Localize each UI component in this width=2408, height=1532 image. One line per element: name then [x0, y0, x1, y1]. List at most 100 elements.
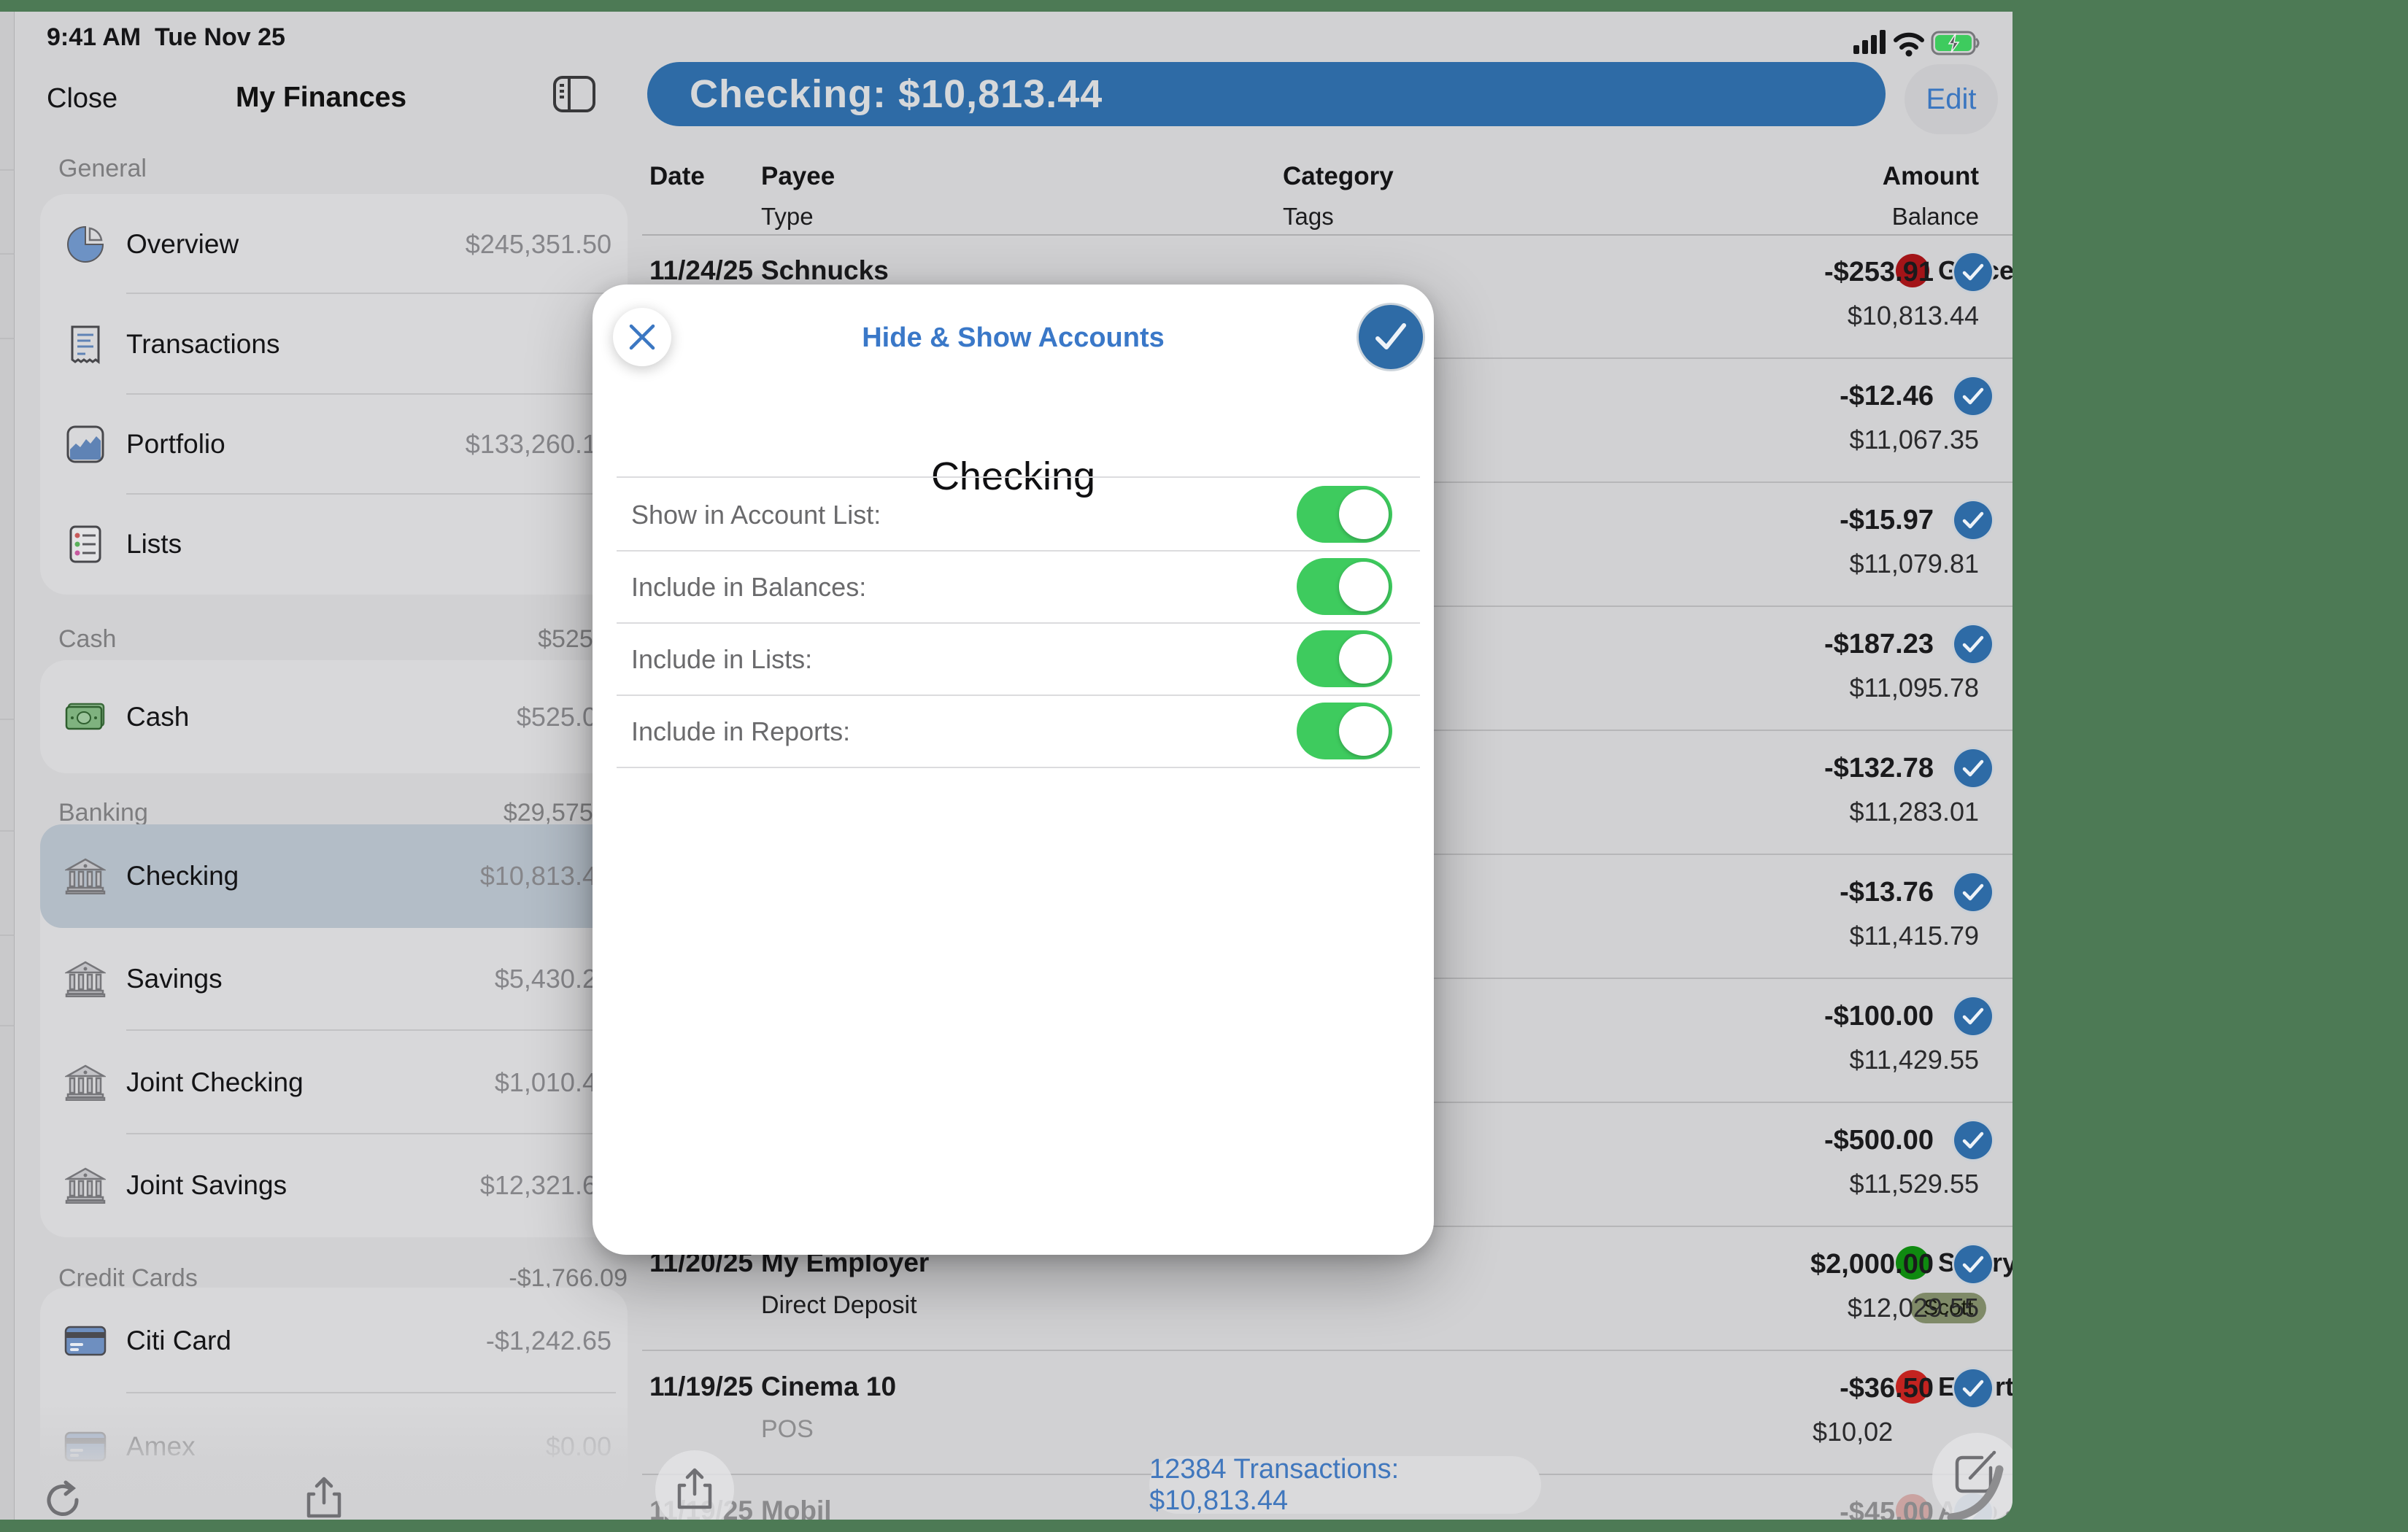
checkmark-icon	[1962, 387, 1984, 405]
list-icon	[63, 524, 107, 565]
column-header-tags[interactable]: Tags	[1283, 203, 1334, 231]
refresh-icon[interactable]	[44, 1479, 82, 1520]
cleared-checkmark[interactable]	[1954, 749, 1992, 787]
toggle-label: Include in Reports:	[631, 716, 851, 746]
toggle-label: Include in Lists:	[631, 644, 813, 674]
column-header-type[interactable]: Type	[761, 203, 814, 231]
sidebar-item-savings[interactable]: Savings $5,430.22	[40, 928, 628, 1031]
toggle-label: Show in Account List:	[631, 500, 881, 530]
toggle-knob	[1339, 562, 1389, 611]
wifi-dot	[1905, 50, 1913, 57]
sidebar-item-label: Savings	[126, 964, 223, 994]
sidebar-item-label: Portfolio	[126, 429, 225, 460]
section-label: General	[58, 155, 147, 182]
bank-icon	[63, 1062, 107, 1103]
sidebar-item-value: $12,321.67	[479, 1170, 611, 1201]
toggle-switch[interactable]	[1297, 486, 1392, 543]
modal-accept-button[interactable]	[1357, 303, 1425, 371]
cleared-checkmark[interactable]	[1954, 501, 1992, 539]
cleared-checkmark[interactable]	[1954, 1369, 1992, 1407]
toggle-row-include-in-balances: Include in Balances:	[617, 550, 1420, 622]
battery-icon	[1931, 31, 1980, 55]
transactions-summary-button[interactable]: 12384 Transactions: $10,813.44	[1149, 1454, 1541, 1516]
transaction-amount: -$36.50	[1840, 1373, 1934, 1404]
transaction-date: 11/19/25	[649, 1372, 753, 1401]
modal-divider	[617, 622, 1420, 624]
share-icon[interactable]	[305, 1477, 343, 1518]
sidebar-item-label: Checking	[126, 860, 239, 891]
sidebar-item-cash[interactable]: Cash $525.00	[40, 660, 628, 773]
edit-button[interactable]: Edit	[1905, 64, 1998, 134]
sidebar-item-label: Lists	[126, 529, 182, 560]
sidebar-card-general: Overview $245,351.50 Transactions Portfolio…	[40, 194, 628, 595]
window-resize-handle[interactable]	[1945, 1463, 2013, 1520]
cleared-checkmark[interactable]	[1954, 377, 1992, 415]
modal-divider	[617, 550, 1420, 552]
toggle-row-include-in-lists: Include in Lists:	[617, 622, 1420, 695]
column-header-date[interactable]: Date	[649, 162, 705, 191]
transaction-balance-fragment: $10,02	[1813, 1417, 1894, 1447]
cleared-checkmark[interactable]	[1954, 253, 1992, 291]
sidebar-item-checking[interactable]: Checking $10,813.44	[40, 824, 628, 928]
section-header-cash: Cash $525.00	[58, 625, 628, 654]
modal-divider	[617, 767, 1420, 768]
toggle-label: Include in Balances:	[631, 572, 867, 602]
toggle-switch[interactable]	[1297, 630, 1392, 687]
sidebar-item-value: -$1,242.65	[485, 1325, 611, 1355]
transaction-payee: Mobil	[761, 1496, 832, 1520]
share-transactions-icon[interactable]	[676, 1468, 714, 1509]
transaction-amount: -$15.97	[1840, 505, 1934, 535]
cleared-checkmark[interactable]	[1954, 873, 1992, 911]
transaction-amount: -$100.00	[1824, 1001, 1934, 1032]
cleared-checkmark[interactable]	[1954, 997, 1992, 1035]
checkmark-icon	[1962, 635, 1984, 653]
credit-card-icon	[63, 1320, 107, 1361]
sidebar-item-citi-card[interactable]: Citi Card -$1,242.65	[40, 1288, 628, 1393]
cellular-signal-icon	[1853, 30, 1886, 54]
transaction-balance: $11,529.55	[1849, 1169, 1979, 1199]
checkmark-icon	[1962, 1256, 1984, 1273]
transaction-balance: $11,095.78	[1849, 673, 1979, 703]
sidebar-item-label: Citi Card	[126, 1325, 231, 1355]
cleared-checkmark[interactable]	[1954, 1245, 1992, 1283]
transaction-type: Direct Deposit	[761, 1291, 917, 1319]
section-header-general: General	[58, 155, 628, 183]
sidebar-item-overview[interactable]: Overview $245,351.50	[40, 194, 628, 295]
section-label: Cash	[58, 625, 117, 653]
close-button[interactable]: Close	[47, 83, 117, 115]
sidebar-item-lists[interactable]: Lists	[40, 495, 628, 595]
column-header-balance[interactable]: Balance	[1892, 203, 1979, 231]
column-header-payee[interactable]: Payee	[761, 162, 835, 191]
sidebar-item-label: Overview	[126, 228, 239, 259]
sidebar-item-label: Transactions	[126, 328, 280, 359]
toggle-switch[interactable]	[1297, 558, 1392, 615]
portfolio-chart-icon	[63, 424, 107, 465]
modal-title: Hide & Show Accounts	[862, 322, 1165, 353]
column-header-amount[interactable]: Amount	[1883, 162, 1979, 191]
sidebar-item-joint-checking[interactable]: Joint Checking $1,010.49	[40, 1031, 628, 1134]
sidebar-item-transactions[interactable]: Transactions	[40, 294, 628, 395]
sidebar-item-value: $133,260.10	[465, 429, 611, 460]
cleared-checkmark[interactable]	[1954, 1121, 1992, 1159]
hide-show-accounts-modal: Hide & Show Accounts Checking Show in Ac…	[593, 285, 1434, 1255]
checkmark-icon	[1962, 883, 1984, 901]
edit-button-label: Edit	[1926, 82, 1977, 115]
transaction-balance: $11,283.01	[1849, 797, 1979, 827]
status-time: 9:41 AM	[47, 23, 142, 51]
checkmark-icon	[1962, 1131, 1984, 1149]
wifi-icon	[1894, 32, 1924, 50]
transaction-amount: -$12.46	[1840, 381, 1934, 411]
background-window-edge	[0, 12, 15, 1520]
toggle-row-show-in-account-list: Show in Account List:	[617, 478, 1420, 550]
checkmark-icon	[1962, 1380, 1984, 1397]
toggle-knob	[1339, 490, 1389, 539]
toggle-switch[interactable]	[1297, 703, 1392, 759]
sidebar-item-joint-savings[interactable]: Joint Savings $12,321.67	[40, 1134, 628, 1238]
sidebar-toggle-icon[interactable]	[553, 76, 595, 112]
background-window-row-line	[0, 338, 15, 339]
cleared-checkmark[interactable]	[1954, 625, 1992, 663]
sidebar-title: My Finances	[235, 82, 407, 113]
toggle-knob	[1339, 634, 1389, 684]
column-header-category[interactable]: Category	[1283, 162, 1394, 191]
sidebar-item-portfolio[interactable]: Portfolio $133,260.10	[40, 395, 628, 495]
